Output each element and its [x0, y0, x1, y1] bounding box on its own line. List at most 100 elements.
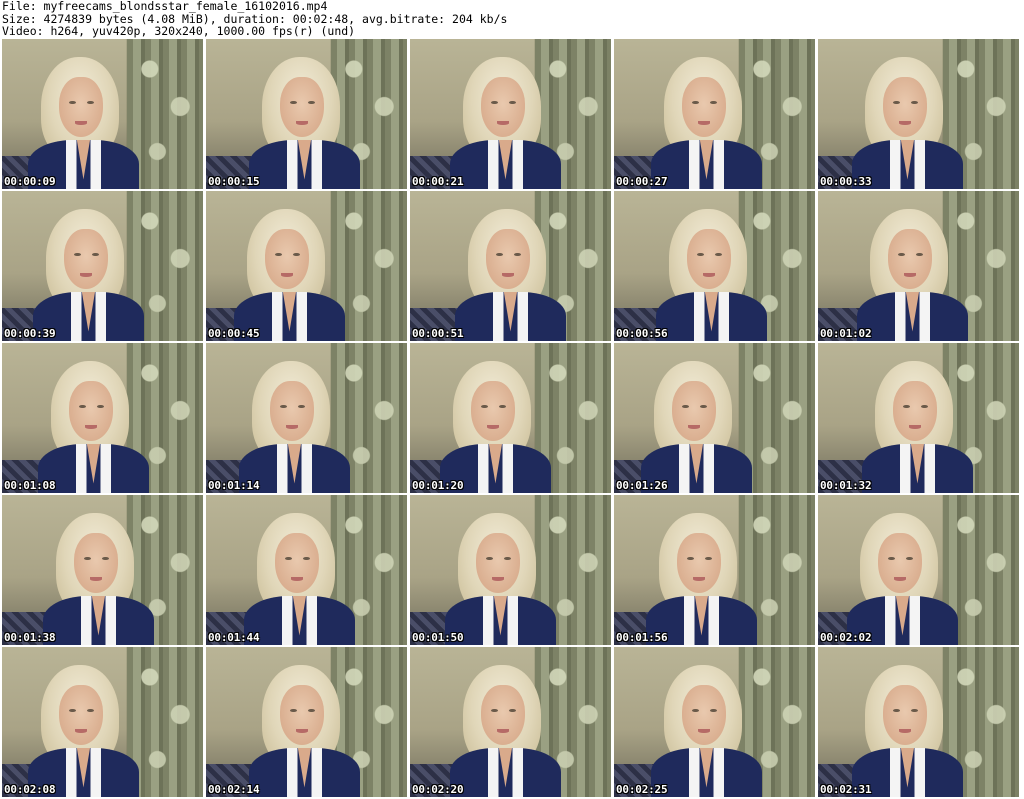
- video-thumbnail[interactable]: 00:02:14: [206, 647, 407, 797]
- eye: [892, 100, 900, 105]
- file-name-line: File: myfreecams_blondsstar_female_16102…: [2, 0, 328, 13]
- face: [486, 228, 531, 289]
- eye: [681, 404, 689, 409]
- video-thumbnail[interactable]: 00:02:08: [2, 647, 203, 797]
- eye: [691, 100, 699, 105]
- mouth: [80, 273, 93, 277]
- person-figure: [33, 209, 144, 341]
- timestamp-label: 00:00:56: [616, 327, 668, 340]
- face: [265, 228, 310, 289]
- face: [64, 228, 109, 289]
- person-figure: [651, 665, 762, 797]
- timestamp-label: 00:00:09: [4, 175, 56, 188]
- timestamp-label: 00:01:50: [412, 631, 464, 644]
- eye: [709, 100, 717, 105]
- eye: [513, 252, 521, 257]
- mouth: [904, 273, 917, 277]
- video-thumbnail[interactable]: 00:00:56: [614, 191, 815, 341]
- video-thumbnail[interactable]: 00:01:32: [818, 343, 1019, 493]
- eye: [307, 708, 315, 713]
- eye: [910, 708, 918, 713]
- video-thumbnail[interactable]: 00:00:27: [614, 39, 815, 189]
- face: [888, 228, 933, 289]
- eye: [691, 708, 699, 713]
- eye: [297, 404, 305, 409]
- video-thumbnail[interactable]: 00:00:15: [206, 39, 407, 189]
- eye: [289, 708, 297, 713]
- video-thumbnail[interactable]: 00:01:50: [410, 495, 611, 645]
- mouth: [899, 121, 912, 125]
- mouth: [698, 121, 711, 125]
- mouth: [688, 425, 701, 429]
- person-figure: [646, 513, 757, 645]
- eye: [887, 556, 895, 561]
- video-thumbnail[interactable]: 00:00:21: [410, 39, 611, 189]
- video-thumbnail[interactable]: 00:02:25: [614, 647, 815, 797]
- mouth: [492, 577, 505, 581]
- person-figure: [28, 665, 139, 797]
- eye: [503, 556, 511, 561]
- eye: [495, 252, 503, 257]
- eye: [498, 404, 506, 409]
- video-thumbnail[interactable]: 00:00:45: [206, 191, 407, 341]
- face: [476, 532, 521, 593]
- eye: [78, 404, 86, 409]
- video-thumbnail[interactable]: 00:01:44: [206, 495, 407, 645]
- mouth: [296, 121, 309, 125]
- person-figure: [862, 361, 973, 493]
- timestamp-label: 00:01:56: [616, 631, 668, 644]
- video-thumbnail[interactable]: 00:00:39: [2, 191, 203, 341]
- video-thumbnail[interactable]: 00:02:31: [818, 647, 1019, 797]
- video-thumbnail[interactable]: 00:01:20: [410, 343, 611, 493]
- eye: [279, 404, 287, 409]
- video-thumbnail[interactable]: 00:01:26: [614, 343, 815, 493]
- person-figure: [847, 513, 958, 645]
- person-figure: [852, 57, 963, 189]
- eye: [508, 100, 516, 105]
- timestamp-label: 00:00:15: [208, 175, 260, 188]
- video-thumbnail[interactable]: 00:00:09: [2, 39, 203, 189]
- video-thumbnail[interactable]: 00:01:14: [206, 343, 407, 493]
- person-figure: [440, 361, 551, 493]
- face: [59, 684, 104, 745]
- face: [682, 684, 727, 745]
- mouth: [75, 729, 88, 733]
- eye: [96, 404, 104, 409]
- eye: [699, 404, 707, 409]
- video-thumbnail[interactable]: 00:01:08: [2, 343, 203, 493]
- eye: [709, 708, 717, 713]
- eye: [905, 556, 913, 561]
- mouth: [90, 577, 103, 581]
- person-figure: [239, 361, 350, 493]
- timestamp-label: 00:02:20: [412, 783, 464, 796]
- mouth: [487, 425, 500, 429]
- video-thumbnail[interactable]: 00:00:33: [818, 39, 1019, 189]
- person-figure: [852, 665, 963, 797]
- person-figure: [28, 57, 139, 189]
- video-thumbnail[interactable]: 00:01:02: [818, 191, 1019, 341]
- eye: [274, 252, 282, 257]
- video-thumbnail[interactable]: 00:01:38: [2, 495, 203, 645]
- eye: [714, 252, 722, 257]
- face: [69, 380, 114, 441]
- video-thumbnail[interactable]: 00:00:51: [410, 191, 611, 341]
- timestamp-label: 00:02:02: [820, 631, 872, 644]
- timestamp-label: 00:02:25: [616, 783, 668, 796]
- eye: [307, 100, 315, 105]
- mouth: [75, 121, 88, 125]
- mouth: [85, 425, 98, 429]
- person-figure: [43, 513, 154, 645]
- mouth: [296, 729, 309, 733]
- eye: [902, 404, 910, 409]
- video-thumbnail[interactable]: 00:02:20: [410, 647, 611, 797]
- person-figure: [455, 209, 566, 341]
- video-thumbnail[interactable]: 00:01:56: [614, 495, 815, 645]
- person-figure: [38, 361, 149, 493]
- eye: [86, 100, 94, 105]
- timestamp-label: 00:00:21: [412, 175, 464, 188]
- video-thumbnail[interactable]: 00:02:02: [818, 495, 1019, 645]
- face: [878, 532, 923, 593]
- thumbnail-grid: 00:00:09 00:00:15 00:00:21 00:00:27 00:00:33…: [2, 39, 1019, 797]
- face: [481, 76, 526, 137]
- timestamp-label: 00:02:31: [820, 783, 872, 796]
